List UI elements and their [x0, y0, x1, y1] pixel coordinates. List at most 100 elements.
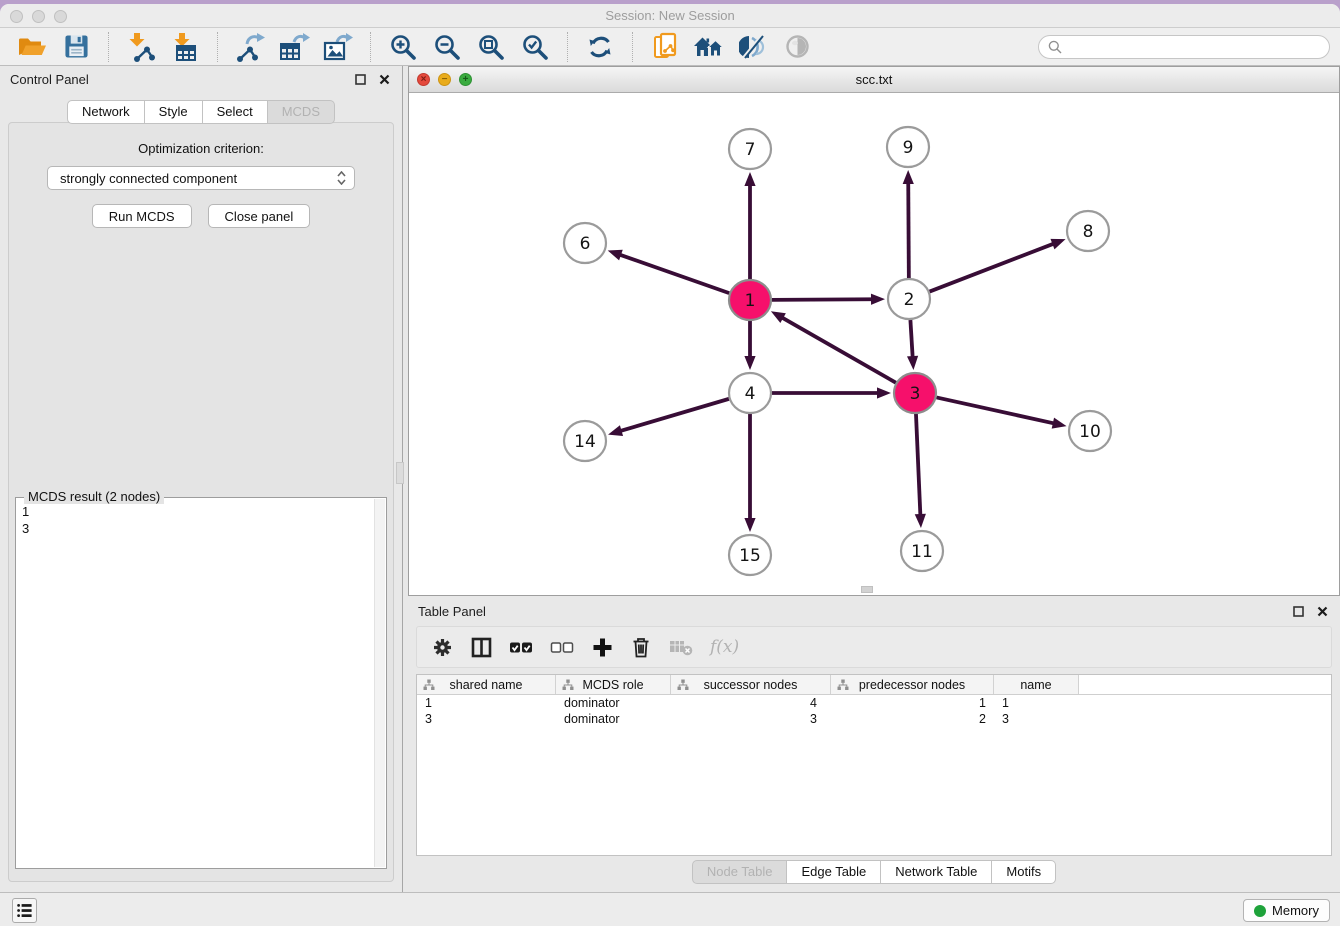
- show-columns-button[interactable]: [470, 634, 492, 660]
- delete-columns-button[interactable]: [630, 634, 652, 660]
- first-neighbors-button[interactable]: [691, 30, 727, 64]
- tab-edge-table[interactable]: Edge Table: [787, 860, 881, 884]
- column-header-successor-nodes[interactable]: successor nodes: [671, 675, 831, 694]
- delete-table-button[interactable]: [669, 634, 693, 660]
- table-settings-button[interactable]: [431, 634, 453, 660]
- export-network-button[interactable]: [232, 30, 268, 64]
- column-label: predecessor nodes: [859, 678, 965, 692]
- control-panel-tabs: Network Style Select MCDS: [0, 100, 402, 124]
- search-input[interactable]: [1068, 39, 1320, 54]
- close-panel-button[interactable]: [377, 72, 392, 87]
- graph-edge[interactable]: [781, 317, 895, 383]
- toolbar-separator: [632, 32, 633, 62]
- export-image-button[interactable]: [320, 30, 356, 64]
- save-session-button[interactable]: [58, 30, 94, 64]
- cell-mcds-role[interactable]: dominator: [556, 712, 671, 726]
- clone-network-icon: [652, 32, 679, 61]
- table-header-row: shared name MCDS role successor nodes pr…: [417, 675, 1331, 695]
- criterion-value: strongly connected component: [60, 171, 337, 186]
- network-graph-canvas[interactable]: 7968124314101511: [409, 93, 1339, 595]
- graph-edge[interactable]: [619, 254, 729, 293]
- column-header-mcds-role[interactable]: MCDS role: [556, 675, 671, 694]
- import-table-icon: [170, 32, 200, 62]
- import-network-button[interactable]: [123, 30, 159, 64]
- criterion-dropdown[interactable]: strongly connected component: [47, 166, 355, 190]
- column-label: MCDS role: [582, 678, 643, 692]
- search-field[interactable]: [1038, 35, 1330, 59]
- cell-shared-name[interactable]: 1: [417, 696, 556, 710]
- cell-successor-nodes[interactable]: 3: [671, 712, 831, 726]
- tab-network[interactable]: Network: [67, 100, 145, 124]
- float-table-panel-button[interactable]: [1291, 604, 1306, 619]
- unselect-all-columns-button[interactable]: [550, 634, 574, 660]
- cell-successor-nodes[interactable]: 4: [671, 696, 831, 710]
- cell-shared-name[interactable]: 3: [417, 712, 556, 726]
- graph-edge[interactable]: [930, 243, 1055, 291]
- cell-predecessor-nodes[interactable]: 1: [831, 696, 994, 710]
- node-table[interactable]: shared name MCDS role successor nodes pr…: [416, 674, 1332, 856]
- cell-mcds-role[interactable]: dominator: [556, 696, 671, 710]
- graph-node-label: 2: [904, 290, 915, 310]
- column-header-name[interactable]: name: [994, 675, 1079, 694]
- delete-table-icon: [669, 637, 693, 657]
- zoom-selected-icon: [521, 33, 549, 61]
- graph-edge[interactable]: [620, 399, 729, 431]
- export-table-button[interactable]: [276, 30, 312, 64]
- graph-edge-arrowhead: [871, 294, 885, 305]
- import-table-button[interactable]: [167, 30, 203, 64]
- column-header-shared-name[interactable]: shared name: [417, 675, 556, 694]
- cell-predecessor-nodes[interactable]: 2: [831, 712, 994, 726]
- graph-edge[interactable]: [910, 320, 912, 358]
- clone-network-button[interactable]: [647, 30, 683, 64]
- hide-selected-button[interactable]: [735, 30, 771, 64]
- close-panel-action-button[interactable]: Close panel: [208, 204, 311, 228]
- search-icon: [1048, 40, 1062, 54]
- create-column-button[interactable]: [591, 634, 613, 660]
- column-label: successor nodes: [704, 678, 798, 692]
- zoom-fit-icon: [477, 33, 505, 61]
- graph-edge[interactable]: [916, 414, 920, 516]
- tab-node-table[interactable]: Node Table: [692, 860, 788, 884]
- column-label: shared name: [450, 678, 523, 692]
- float-icon: [1293, 606, 1304, 617]
- zoom-in-button[interactable]: [385, 30, 421, 64]
- table-row[interactable]: 1 dominator 4 1 1: [417, 695, 1331, 711]
- cell-name[interactable]: 3: [994, 712, 1079, 726]
- table-toolbar: f(x): [416, 626, 1332, 668]
- function-builder-button[interactable]: f(x): [710, 634, 739, 660]
- zoom-selected-button[interactable]: [517, 30, 553, 64]
- table-row[interactable]: 3 dominator 3 2 3: [417, 711, 1331, 727]
- result-scrollbar[interactable]: [374, 499, 385, 867]
- toolbar-separator: [217, 32, 218, 62]
- graph-edge[interactable]: [772, 299, 873, 300]
- memory-button[interactable]: Memory: [1243, 899, 1330, 922]
- memory-label: Memory: [1272, 903, 1319, 918]
- graph-edge[interactable]: [936, 397, 1054, 423]
- dropdown-stepper-icon: [337, 171, 346, 185]
- cell-name[interactable]: 1: [994, 696, 1079, 710]
- column-header-predecessor-nodes[interactable]: predecessor nodes: [831, 675, 994, 694]
- select-all-columns-button[interactable]: [509, 634, 533, 660]
- float-panel-button[interactable]: [353, 72, 368, 87]
- open-session-button[interactable]: [14, 30, 50, 64]
- tab-network-table[interactable]: Network Table: [881, 860, 992, 884]
- tab-mcds[interactable]: MCDS: [268, 100, 335, 124]
- graph-edge-arrowhead: [744, 518, 755, 532]
- zoom-out-button[interactable]: [429, 30, 465, 64]
- tab-motifs[interactable]: Motifs: [992, 860, 1056, 884]
- dock-splitter-handle[interactable]: [396, 462, 404, 484]
- task-history-button[interactable]: [12, 898, 37, 923]
- show-all-button[interactable]: [779, 30, 815, 64]
- tab-select[interactable]: Select: [203, 100, 268, 124]
- network-splitter-handle[interactable]: [861, 586, 873, 593]
- graph-edge[interactable]: [908, 182, 909, 278]
- tab-style[interactable]: Style: [145, 100, 203, 124]
- graph-node-label: 9: [903, 138, 914, 158]
- close-table-panel-button[interactable]: [1315, 604, 1330, 619]
- run-mcds-button[interactable]: Run MCDS: [92, 204, 192, 228]
- mcds-result-text[interactable]: 1 3: [22, 500, 372, 866]
- window-title: Session: New Session: [0, 8, 1340, 23]
- graph-node-label: 14: [574, 432, 596, 452]
- zoom-fit-button[interactable]: [473, 30, 509, 64]
- apply-layout-button[interactable]: [582, 30, 618, 64]
